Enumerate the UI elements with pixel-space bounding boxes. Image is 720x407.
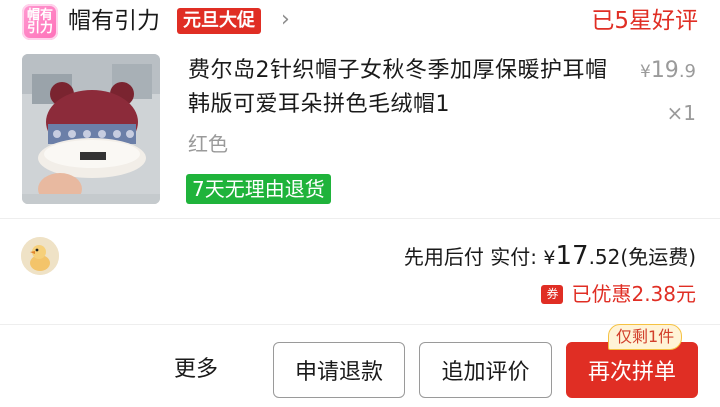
product-title[interactable]: 费尔岛2针织帽子女秋冬季加厚保暖护耳帽韩版可爱耳朵拼色毛绒帽1 — [188, 54, 608, 122]
coupon-icon: 券 — [541, 284, 564, 304]
discount-amount: 已优惠2.38元 — [571, 282, 696, 306]
product-thumbnail[interactable] — [22, 54, 160, 204]
store-logo-text: 帽有引力 — [26, 8, 53, 36]
paid-label: 实付: — [490, 245, 538, 269]
return-policy-tag: 7天无理由退货 — [186, 174, 331, 204]
section-divider — [0, 324, 720, 325]
stock-badge: 仅剩1件 — [608, 324, 683, 350]
store-name[interactable]: 帽有引力 — [68, 5, 160, 37]
order-status: 已5星好评 — [591, 8, 698, 34]
price-integer: 19 — [650, 58, 679, 83]
payment-summary: 先用后付 实付: ¥17.52(免运费) — [404, 238, 696, 276]
paid-amount-integer: 17 — [555, 241, 589, 271]
shipping-note: (免运费) — [620, 245, 696, 269]
price-decimal: .9 — [678, 61, 696, 82]
payment-method: 先用后付 — [403, 245, 484, 269]
section-divider — [0, 218, 720, 219]
chevron-right-icon[interactable]: › — [281, 4, 290, 36]
product-price: ¥19.9 — [640, 58, 696, 83]
reorder-button[interactable]: 再次拼单 — [566, 342, 698, 398]
discount-line: 券 已优惠2.38元 — [541, 280, 696, 308]
promo-badge[interactable]: 元旦大促 — [177, 8, 261, 34]
paid-currency: ¥ — [543, 247, 556, 269]
price-currency: ¥ — [639, 62, 651, 82]
more-button[interactable]: 更多 — [174, 353, 218, 387]
duck-avatar-icon — [21, 237, 59, 275]
product-spec: 红色 — [188, 132, 228, 156]
product-quantity: ×1 — [666, 101, 696, 125]
store-logo[interactable]: 帽有引力 — [22, 4, 58, 40]
product-image — [22, 54, 160, 204]
add-review-button[interactable]: 追加评价 — [419, 342, 552, 398]
refund-button[interactable]: 申请退款 — [273, 342, 405, 398]
paid-amount-decimal: .52 — [588, 245, 621, 269]
